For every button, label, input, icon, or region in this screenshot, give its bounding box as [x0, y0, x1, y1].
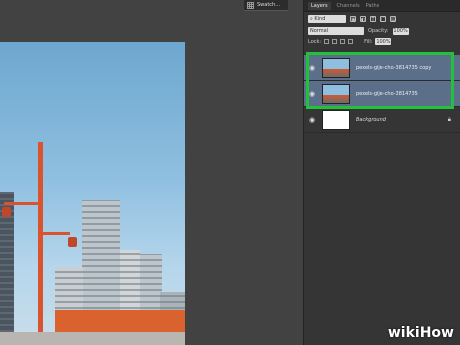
- lock-all-icon[interactable]: [348, 39, 354, 44]
- tab-layers[interactable]: Layers: [308, 1, 331, 10]
- lock-transparent-icon[interactable]: [324, 39, 330, 44]
- lock-icon: 🔒︎: [447, 115, 451, 123]
- tab-channels[interactable]: Channels: [337, 3, 360, 9]
- lock-label: Lock:: [308, 38, 322, 45]
- filter-row: ⌕ Kind ▣ ◐ T □ ▤: [304, 12, 460, 26]
- type-filter-icon[interactable]: T: [370, 16, 376, 23]
- adjustment-filter-icon[interactable]: ◐: [360, 16, 366, 23]
- lamp: [68, 237, 77, 247]
- smart-object-filter-icon[interactable]: ▤: [390, 16, 396, 23]
- canvas-area[interactable]: Swatch...: [0, 0, 303, 345]
- watermark: wikiHow: [387, 325, 454, 341]
- kind-filter-select[interactable]: ⌕ Kind: [308, 15, 346, 23]
- layer-row[interactable]: ◉ Background 🔒︎: [304, 107, 460, 133]
- lamp: [2, 207, 11, 217]
- kind-label: Kind: [314, 16, 326, 22]
- swatches-icon: [247, 1, 254, 9]
- lock-pixels-icon[interactable]: [332, 39, 338, 44]
- opacity-input[interactable]: 100%: [392, 27, 409, 35]
- swatches-label: Swatch...: [257, 2, 280, 8]
- selection-highlight: [306, 52, 454, 109]
- tab-paths[interactable]: Paths: [366, 3, 380, 9]
- swatches-tab[interactable]: Swatch...: [244, 0, 288, 11]
- street-lamp-arm: [40, 232, 70, 235]
- fill-input[interactable]: 100%: [375, 38, 392, 45]
- fill-label: Fill:: [364, 38, 373, 45]
- shape-filter-icon[interactable]: □: [380, 16, 386, 23]
- road: [0, 332, 185, 345]
- opacity-label: Opacity:: [368, 28, 389, 34]
- layer-thumbnail: [322, 109, 350, 130]
- pixel-filter-icon[interactable]: ▣: [350, 16, 356, 23]
- street-lamp-arm: [4, 202, 40, 205]
- panel-tabs: Layers Channels Paths: [304, 0, 460, 12]
- street-lamp-pole: [38, 142, 43, 342]
- blend-mode-select[interactable]: Normal: [308, 27, 364, 35]
- layer-name: Background: [356, 116, 386, 123]
- blend-row: Normal Opacity: 100%: [304, 26, 460, 36]
- document-image: [0, 42, 185, 345]
- lock-row: Lock: Fill: 100%: [304, 36, 460, 47]
- eye-icon[interactable]: ◉: [306, 116, 318, 124]
- lock-position-icon[interactable]: [340, 39, 346, 44]
